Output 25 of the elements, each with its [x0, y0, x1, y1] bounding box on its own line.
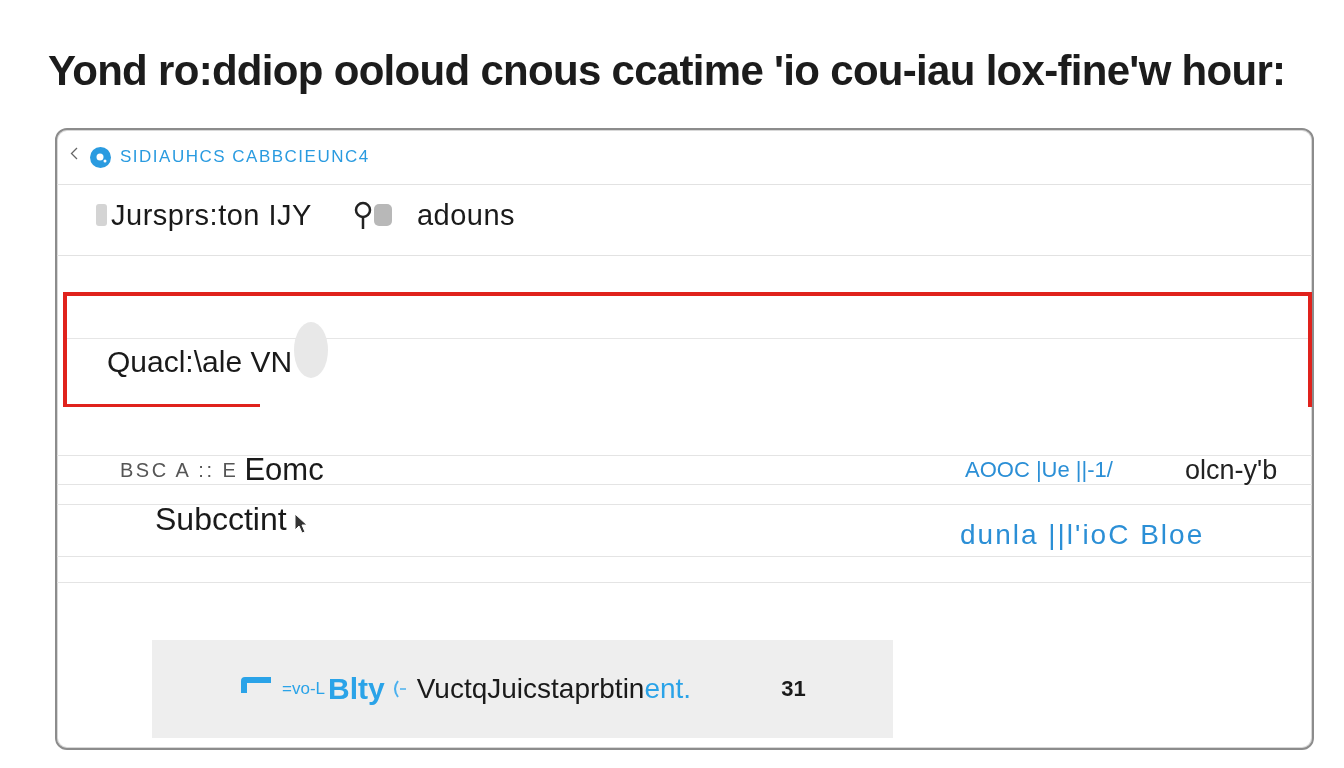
selected-row[interactable]: Quacl:\ale VN — [63, 292, 1312, 407]
field-label: Eomc — [244, 452, 324, 488]
smudge-icon — [294, 322, 329, 378]
breadcrumb-link[interactable]: SIDIAUHCS CABBCIEUNC4 — [120, 147, 370, 167]
field-sublabel: Subcctint — [155, 500, 287, 538]
pin-icon — [353, 200, 372, 230]
banner-count: 31 — [781, 676, 806, 702]
banner-message: VuctqJuicstaprbtinent. — [416, 673, 692, 705]
field-code: BSC A :: E — [120, 458, 239, 482]
banner-prefix: =vo-L — [282, 679, 325, 699]
cursor-icon — [292, 512, 309, 536]
page-heading: Yond ro:ddiop ooloud cnous ccatime 'io cou-iau lox-fine'w hour: — [48, 46, 1286, 96]
row-label: adouns — [416, 198, 516, 232]
detail-link[interactable]: dunla ||l'ioC Bloe — [960, 520, 1205, 550]
smudge-icon — [373, 204, 392, 226]
banner-brand: Blty — [328, 672, 385, 706]
chevron-left-icon[interactable] — [70, 146, 78, 160]
detail-link[interactable]: AOOC |Ue ||-1/ — [965, 457, 1113, 483]
row-label: Quacl:\ale VN — [107, 344, 293, 380]
field-value: olcn-y'b — [1184, 454, 1278, 486]
circle-icon — [90, 146, 111, 168]
bracket-icon — [240, 676, 272, 694]
smudge-icon — [96, 204, 107, 226]
banner-link[interactable]: ent. — [644, 673, 692, 704]
row-title: Jursprs:ton IJY — [111, 198, 312, 232]
